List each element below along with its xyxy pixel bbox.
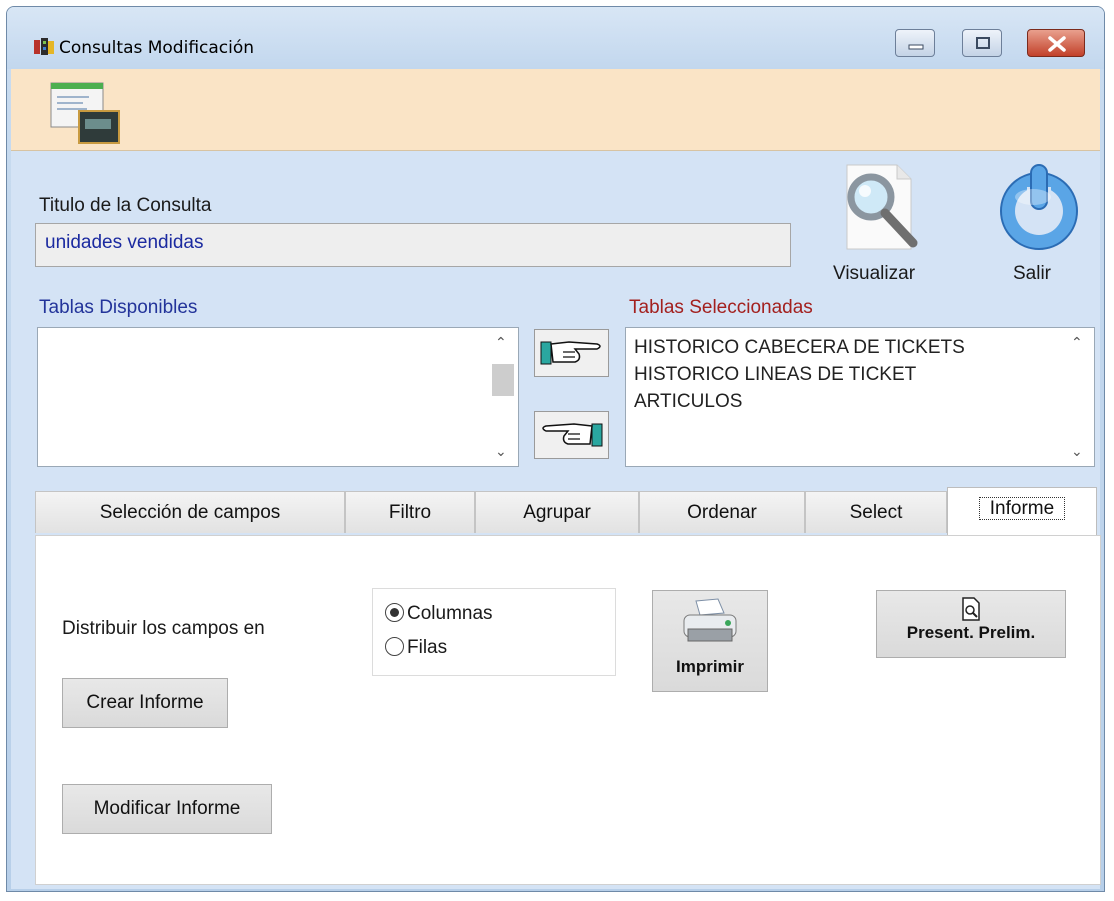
radio-columnas[interactable]: Columnas xyxy=(385,603,493,625)
modificar-informe-button[interactable]: Modificar Informe xyxy=(62,784,272,834)
list-item[interactable]: HISTORICO CABECERA DE TICKETS xyxy=(634,334,965,361)
radio-filas-label: Filas xyxy=(407,637,448,658)
tab-select[interactable]: Select xyxy=(805,491,947,533)
maximize-button[interactable] xyxy=(962,29,1002,57)
salir-button[interactable]: Salir xyxy=(993,155,1085,284)
magnifier-document-icon xyxy=(846,164,918,250)
page-magnifier-icon xyxy=(962,597,980,621)
radio-unselected-icon xyxy=(385,637,404,656)
tablas-seleccionadas-list[interactable]: HISTORICO CABECERA DE TICKETS HISTORICO L… xyxy=(625,327,1095,467)
list-item[interactable]: ARTICULOS xyxy=(634,388,965,415)
tab-label: Selección de campos xyxy=(99,502,281,523)
add-table-button[interactable] xyxy=(534,329,609,377)
tab-label: Agrupar xyxy=(523,502,591,523)
tab-ordenar[interactable]: Ordenar xyxy=(639,491,805,533)
window-title: Consultas Modificación xyxy=(59,38,255,58)
minimize-button[interactable] xyxy=(895,29,935,57)
imprimir-label: Imprimir xyxy=(675,657,745,676)
remove-table-button[interactable] xyxy=(534,411,609,459)
scroll-up-icon[interactable]: ⌃ xyxy=(495,334,507,351)
scrollbar[interactable]: ⌃ ⌄ xyxy=(486,328,518,466)
hand-pointing-left-icon xyxy=(542,423,603,447)
tab-filtro[interactable]: Filtro xyxy=(345,491,475,533)
tablas-disponibles-list[interactable]: ⌃ ⌄ xyxy=(37,327,519,467)
distribucion-radio-group: Columnas Filas xyxy=(372,588,616,676)
titulo-label: Titulo de la Consulta xyxy=(39,195,212,216)
informe-panel: Distribuir los campos en Columnas Filas … xyxy=(35,535,1101,885)
close-button[interactable] xyxy=(1027,29,1085,57)
scrollbar[interactable]: ⌃ ⌄ xyxy=(1062,328,1094,466)
imprimir-button[interactable]: Imprimir xyxy=(652,590,768,692)
selected-tables: HISTORICO CABECERA DE TICKETS HISTORICO L… xyxy=(634,334,965,415)
scroll-down-icon[interactable]: ⌄ xyxy=(1071,443,1083,460)
minimize-icon xyxy=(908,44,924,50)
presentacion-preliminar-button[interactable]: Present. Prelim. xyxy=(876,590,1066,658)
scroll-down-icon[interactable]: ⌄ xyxy=(495,443,507,460)
toolbar xyxy=(11,69,1100,151)
radio-columnas-label: Columnas xyxy=(407,603,493,624)
maximize-icon xyxy=(976,37,990,49)
salir-label: Salir xyxy=(1013,263,1052,284)
close-icon xyxy=(1048,36,1066,52)
hand-pointing-right-icon xyxy=(540,341,601,365)
title-bar[interactable]: Consultas Modificación xyxy=(7,7,1104,69)
scroll-thumb[interactable] xyxy=(492,364,514,396)
visualizar-label: Visualizar xyxy=(833,263,916,284)
tab-seleccion-campos[interactable]: Selección de campos xyxy=(35,491,345,533)
film-strip-icon[interactable] xyxy=(33,37,55,63)
query-window: Consultas Modificación Titulo de la Cons… xyxy=(6,6,1105,892)
tab-label: Select xyxy=(849,502,903,523)
list-item[interactable]: HISTORICO LINEAS DE TICKET xyxy=(634,361,965,388)
presentacion-label: Present. Prelim. xyxy=(906,623,1036,642)
tab-label: Filtro xyxy=(388,502,432,523)
query-window-icon[interactable] xyxy=(49,81,121,151)
radio-selected-icon xyxy=(385,603,404,622)
tab-label: Informe xyxy=(978,497,1066,520)
client-area: Titulo de la Consulta unidades vendidas … xyxy=(11,151,1101,889)
tab-label: Ordenar xyxy=(687,502,757,523)
distribuir-label: Distribuir los campos en xyxy=(62,618,265,639)
power-icon xyxy=(1000,164,1078,250)
tablas-seleccionadas-label: Tablas Seleccionadas xyxy=(629,297,813,318)
titulo-field[interactable]: unidades vendidas xyxy=(35,223,791,267)
tab-agrupar[interactable]: Agrupar xyxy=(475,491,639,533)
tab-informe[interactable]: Informe xyxy=(947,487,1097,535)
visualizar-button[interactable]: Visualizar xyxy=(825,155,937,284)
printer-icon xyxy=(683,598,737,642)
tab-strip: Selección de campos Filtro Agrupar Orden… xyxy=(35,487,1101,535)
radio-filas[interactable]: Filas xyxy=(385,637,447,659)
scroll-up-icon[interactable]: ⌃ xyxy=(1071,334,1083,351)
tablas-disponibles-label: Tablas Disponibles xyxy=(39,297,198,318)
crear-informe-button[interactable]: Crear Informe xyxy=(62,678,228,728)
